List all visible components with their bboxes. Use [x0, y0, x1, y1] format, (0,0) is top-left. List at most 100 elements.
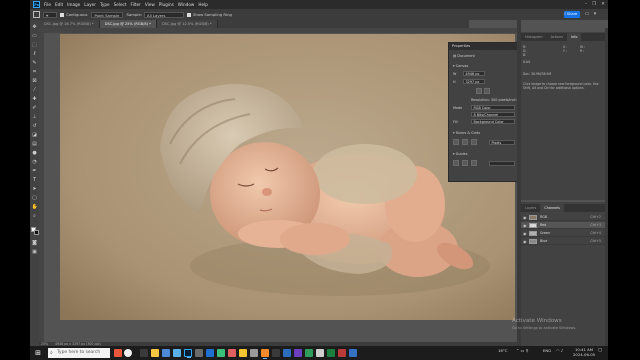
- ruler-toggle-button[interactable]: [453, 139, 459, 145]
- ruler-units-select[interactable]: Pixels: [489, 140, 515, 145]
- menu-view[interactable]: View: [145, 2, 155, 7]
- frame-tool-icon[interactable]: ⊠: [32, 78, 38, 84]
- menu-plugins[interactable]: Plugins: [159, 2, 174, 7]
- menu-file[interactable]: File: [44, 2, 51, 7]
- eye-icon[interactable]: ◉: [523, 238, 527, 245]
- tab-document-2[interactable]: DSC.jpg @ 25% (RGB/8) *: [99, 20, 157, 28]
- clock[interactable]: 10:41 AM 2024-06-05: [573, 347, 595, 357]
- clone-stamp-tool-icon[interactable]: ⊥: [32, 114, 38, 120]
- guide-color-select[interactable]: [489, 161, 515, 166]
- app-icon-11[interactable]: [272, 349, 280, 357]
- home-icon[interactable]: [33, 11, 40, 18]
- search-icon[interactable]: ⌕: [562, 11, 568, 18]
- move-tool-icon[interactable]: ✥: [32, 24, 38, 30]
- zoom-tool-icon[interactable]: ⌕: [32, 213, 38, 219]
- path-select-tool-icon[interactable]: ➤: [32, 186, 38, 192]
- menu-filter[interactable]: Filter: [130, 2, 140, 7]
- background-color-swatch[interactable]: [33, 229, 39, 235]
- chrome-icon[interactable]: [124, 349, 132, 357]
- width-field[interactable]: 4946 px: [463, 71, 485, 76]
- app-icon-17[interactable]: [349, 349, 357, 357]
- history-brush-tool-icon[interactable]: ↺: [32, 123, 38, 129]
- excel-icon[interactable]: [327, 349, 335, 357]
- app-icon-4[interactable]: [195, 349, 203, 357]
- app-icon-7[interactable]: [228, 349, 236, 357]
- channel-row-blue[interactable]: ◉ Blue Ctrl+5: [521, 238, 605, 245]
- menu-layer[interactable]: Layer: [84, 2, 96, 7]
- workspace-icon[interactable]: ▭: [584, 11, 590, 18]
- language-indicator[interactable]: ENG: [543, 348, 551, 353]
- app-icon-3[interactable]: [173, 349, 181, 357]
- app-icon-10[interactable]: [261, 349, 269, 359]
- eraser-tool-icon[interactable]: ◪: [32, 132, 38, 138]
- app-icon-16[interactable]: [338, 349, 346, 357]
- app-icon-8[interactable]: [239, 349, 247, 357]
- app-icon-15[interactable]: [316, 349, 324, 357]
- grid-toggle-button[interactable]: [462, 139, 468, 145]
- menu-select[interactable]: Select: [114, 2, 127, 7]
- contiguous-checkbox[interactable]: [60, 12, 64, 17]
- photoshop-taskbar-icon[interactable]: [184, 349, 192, 358]
- sample-size-select[interactable]: Point Sample: [91, 11, 124, 18]
- eye-icon[interactable]: ◉: [523, 230, 527, 237]
- channel-row-green[interactable]: ◉ Green Ctrl+4: [521, 230, 605, 237]
- minimize-icon[interactable]: –: [582, 1, 590, 8]
- tab-histogram[interactable]: Histogram: [521, 33, 547, 41]
- screen-mode-icon[interactable]: ▣: [32, 249, 38, 255]
- shape-tool-icon[interactable]: ▢: [32, 195, 38, 201]
- windows-start-icon[interactable]: ⊞: [34, 349, 42, 357]
- menu-window[interactable]: Window: [178, 2, 195, 7]
- app-icon-2[interactable]: [162, 349, 170, 357]
- guide-layout-button[interactable]: [453, 160, 459, 166]
- learn-icon[interactable]: ▾: [592, 11, 598, 18]
- type-tool-icon[interactable]: T: [32, 177, 38, 183]
- gradient-tool-icon[interactable]: ▤: [32, 141, 38, 147]
- tab-actions[interactable]: Actions: [547, 33, 567, 41]
- spot-healing-tool-icon[interactable]: ✚: [32, 96, 38, 102]
- artboard-tool-icon[interactable]: ▭: [32, 33, 38, 39]
- menu-image[interactable]: Image: [67, 2, 80, 7]
- network-icon[interactable]: ◠ ♪: [556, 348, 563, 353]
- tray-overflow-icon[interactable]: ⌃ ▭ ⚲: [516, 348, 529, 353]
- guide-lock-button[interactable]: [462, 160, 468, 166]
- quick-select-tool-icon[interactable]: ✎: [32, 60, 38, 66]
- app-icon-9[interactable]: [250, 349, 258, 357]
- menu-edit[interactable]: Edit: [55, 2, 63, 7]
- crop-tool-icon[interactable]: ⌗: [32, 69, 38, 75]
- eyedropper-tool-icon[interactable]: ⁄: [32, 87, 38, 93]
- maximize-icon[interactable]: ❐: [590, 1, 598, 8]
- menu-type[interactable]: Type: [100, 2, 110, 7]
- sample-select[interactable]: All Layers: [143, 11, 184, 18]
- taskbar-search-input[interactable]: ⌕ Type here to search: [48, 348, 110, 358]
- tab-channels[interactable]: Channels: [540, 204, 564, 212]
- portrait-orientation-button[interactable]: [476, 88, 482, 94]
- guides-toggle-button[interactable]: [471, 139, 477, 145]
- app-icon-14[interactable]: [305, 349, 313, 357]
- weather-widget[interactable]: 16°C: [498, 348, 507, 353]
- pen-tool-icon[interactable]: ✒: [32, 168, 38, 174]
- marquee-tool-icon[interactable]: ⬚: [32, 42, 38, 48]
- close-icon[interactable]: ✕: [599, 1, 607, 8]
- channel-row-red[interactable]: ◉ Red Ctrl+3: [521, 222, 605, 229]
- eye-icon[interactable]: ◉: [523, 222, 527, 229]
- tab-layers[interactable]: Layers: [521, 204, 540, 212]
- quick-mask-icon[interactable]: ◙: [32, 240, 38, 246]
- app-icon-6[interactable]: [217, 349, 225, 357]
- sampling-ring-checkbox[interactable]: [186, 12, 191, 17]
- task-view-icon[interactable]: [140, 349, 148, 357]
- tab-info[interactable]: Info: [566, 33, 582, 41]
- tab-document-3[interactable]: DSC.jpg @ 12.5% (RGB/8) *: [156, 20, 218, 28]
- eye-icon[interactable]: ◉: [523, 214, 527, 221]
- hand-tool-icon[interactable]: ✋: [32, 204, 38, 210]
- document-photo[interactable]: [60, 34, 515, 320]
- tab-document-1[interactable]: DSC.jpg @ 16.7% (RGB/8) *: [39, 20, 100, 28]
- notifications-icon[interactable]: ▢: [598, 348, 602, 353]
- dodge-tool-icon[interactable]: ◔: [32, 159, 38, 165]
- mode-select[interactable]: RGB Color: [471, 105, 515, 110]
- menu-help[interactable]: Help: [198, 2, 208, 7]
- guide-clear-button[interactable]: [471, 160, 477, 166]
- app-icon-12[interactable]: [283, 349, 291, 357]
- height-field[interactable]: 3297 px: [463, 79, 485, 84]
- lasso-tool-icon[interactable]: ℓ: [32, 51, 38, 57]
- app-icon-13[interactable]: [294, 349, 302, 357]
